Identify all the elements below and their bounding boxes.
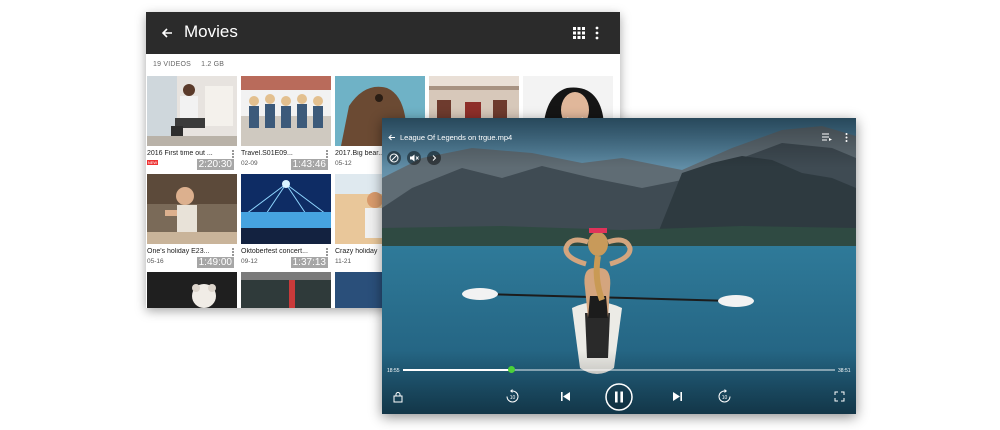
seek-thumb[interactable]: [508, 366, 515, 373]
chevron-right-icon: [432, 155, 437, 161]
video-duration: 2:20:30: [196, 159, 234, 170]
video-date: 05-12: [335, 160, 352, 167]
total-size: 1.2 GB: [201, 61, 225, 68]
player-top-bar: [382, 118, 856, 168]
video-thumbnail: [147, 272, 237, 308]
back-arrow-icon[interactable]: [158, 24, 176, 42]
pause-button[interactable]: [604, 382, 634, 412]
lock-icon[interactable]: [393, 391, 403, 403]
rotation-lock-button[interactable]: [387, 151, 401, 165]
back-arrow-icon[interactable]: [387, 133, 396, 142]
video-count: 19 VIDEOS: [153, 61, 191, 68]
video-duration: 1:49:00: [196, 257, 234, 268]
video-tile[interactable]: 1:43:46 Travel.S01E09... 02-09: [241, 76, 331, 172]
more-vert-icon[interactable]: [232, 150, 235, 159]
new-badge: NEW: [147, 160, 158, 165]
mute-icon: [410, 154, 419, 162]
svg-text:10: 10: [722, 395, 728, 401]
skip-previous-icon[interactable]: [560, 391, 571, 402]
library-app-bar: Movies: [146, 12, 620, 54]
video-player-window[interactable]: League Of Legends on trgue.mp4 18:55 38:…: [382, 118, 856, 414]
video-title: 2016 First time out ...: [147, 150, 213, 157]
video-duration: 1:37:13: [290, 257, 328, 268]
video-tile[interactable]: 1:49:00 One's holiday E23... 05-16: [147, 174, 237, 270]
rewind-10-icon[interactable]: 10: [505, 389, 520, 404]
video-thumbnail: [147, 174, 237, 244]
video-title: One's holiday E23...: [147, 248, 210, 255]
video-date: 09-12: [241, 258, 258, 265]
forward-10-icon[interactable]: 10: [717, 389, 732, 404]
video-date: 11-21: [335, 258, 352, 265]
seek-bar[interactable]: [403, 366, 835, 373]
video-thumbnail: [241, 76, 331, 146]
video-date: 05-16: [147, 258, 164, 265]
more-vert-icon[interactable]: [232, 248, 235, 257]
more-vert-icon[interactable]: [845, 133, 848, 142]
elapsed-time: 18:55: [387, 368, 400, 374]
video-thumbnail: [241, 174, 331, 244]
video-thumbnail: [147, 76, 237, 146]
video-tile[interactable]: 1:37:13 Oktoberfest concert... 09-12: [241, 174, 331, 270]
expand-controls-button[interactable]: [427, 151, 441, 165]
grid-view-icon[interactable]: [573, 27, 585, 39]
video-date: 02-09: [241, 160, 258, 167]
svg-text:10: 10: [510, 395, 516, 401]
more-vert-icon[interactable]: [326, 248, 329, 257]
video-tile[interactable]: 2:20:30 2016 First time out ... NEW: [147, 76, 237, 172]
seek-bar-progress: [403, 369, 511, 371]
library-summary: 19 VIDEOS 1.2 GB: [146, 54, 620, 76]
rotation-lock-icon: [389, 153, 399, 163]
video-duration: 1:43:46: [290, 159, 328, 170]
video-thumbnail: [241, 272, 331, 308]
video-title: Travel.S01E09...: [241, 150, 293, 157]
video-title: Oktoberfest concert...: [241, 248, 308, 255]
total-time: 38:51: [838, 368, 851, 374]
fullscreen-icon[interactable]: [834, 391, 845, 402]
skip-next-icon[interactable]: [672, 391, 683, 402]
playlist-icon[interactable]: [822, 133, 832, 141]
mute-button[interactable]: [407, 151, 421, 165]
video-title: League Of Legends on trgue.mp4: [400, 133, 513, 142]
more-vert-icon[interactable]: [326, 150, 329, 159]
video-tile[interactable]: [147, 272, 237, 308]
video-tile[interactable]: [241, 272, 331, 308]
page-title: Movies: [184, 22, 238, 41]
more-vert-icon[interactable]: [595, 26, 599, 40]
